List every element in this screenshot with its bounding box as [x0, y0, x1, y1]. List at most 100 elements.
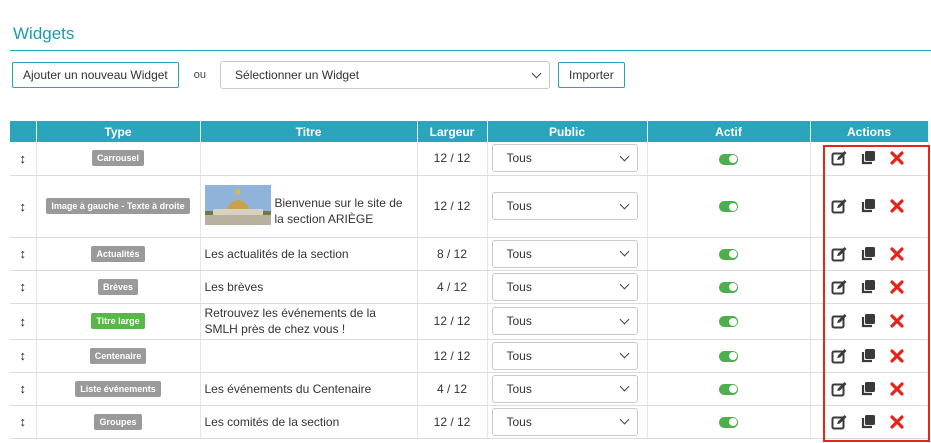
titre-text: Les brèves — [204, 279, 264, 294]
close-icon[interactable] — [889, 414, 905, 430]
drag-handle-icon[interactable]: ↕ — [20, 348, 27, 363]
drag-handle-icon[interactable]: ↕ — [20, 199, 27, 214]
header-actif: Actif — [647, 121, 811, 142]
page-title: Widgets — [13, 24, 75, 43]
chevron-down-icon — [619, 348, 629, 359]
public-select[interactable]: Tous — [491, 374, 638, 403]
public-select-value: Tous — [506, 279, 532, 294]
public-select[interactable]: Tous — [491, 144, 638, 173]
copy-icon[interactable] — [860, 348, 876, 364]
type-badge: Titre large — [91, 313, 145, 329]
public-select[interactable]: Tous — [491, 341, 638, 370]
edit-icon[interactable] — [831, 313, 847, 329]
header-actions: Actions — [810, 121, 929, 142]
titre-cell: Les événements du Centenaire — [200, 372, 418, 406]
close-icon[interactable] — [889, 246, 905, 262]
actif-toggle[interactable] — [719, 153, 738, 165]
row-actions — [831, 150, 928, 166]
drag-handle-icon[interactable]: ↕ — [20, 381, 27, 396]
titre-cell: Les comités de la section — [200, 405, 418, 439]
import-button[interactable]: Importer — [558, 62, 625, 88]
actif-toggle[interactable] — [719, 383, 738, 395]
titre-text: Les comités de la section — [204, 414, 340, 429]
actif-toggle[interactable] — [719, 248, 738, 260]
public-select-value: Tous — [506, 348, 532, 363]
public-select[interactable]: Tous — [491, 307, 638, 335]
title-divider — [10, 50, 931, 51]
public-select[interactable]: Tous — [491, 239, 638, 268]
edit-icon[interactable] — [831, 198, 847, 214]
row-actions — [831, 313, 928, 329]
header-type: Type — [36, 121, 201, 142]
toolbar: Ajouter un nouveau Widget ou Sélectionne… — [12, 61, 625, 89]
copy-icon[interactable] — [860, 150, 876, 166]
edit-icon[interactable] — [831, 279, 847, 295]
public-select-value: Tous — [506, 246, 532, 261]
chevron-down-icon — [619, 314, 629, 324]
edit-icon[interactable] — [831, 381, 847, 397]
titre-cell: Bienvenue sur le site de la section ARIÈ… — [200, 175, 418, 238]
chevron-down-icon — [531, 68, 542, 78]
public-select-value: Tous — [506, 381, 532, 396]
widgets-table: Type Titre Largeur Public Actif Actions … — [10, 121, 929, 439]
row-actions — [831, 279, 928, 295]
row-actions — [831, 381, 928, 397]
row-actions — [831, 246, 928, 262]
drag-handle-icon[interactable]: ↕ — [20, 414, 27, 429]
public-select[interactable]: Tous — [491, 192, 638, 220]
copy-icon[interactable] — [860, 246, 876, 262]
drag-handle-icon[interactable]: ↕ — [20, 151, 27, 166]
actif-toggle[interactable] — [719, 281, 738, 293]
edit-icon[interactable] — [831, 414, 847, 430]
titre-cell: Les brèves — [200, 270, 418, 304]
close-icon[interactable] — [889, 313, 905, 329]
public-select-value: Tous — [506, 314, 532, 328]
type-badge: Centenaire — [89, 347, 147, 364]
titre-text: Retrouvez les événements de la SMLH près… — [204, 306, 376, 336]
row-actions — [831, 414, 928, 430]
close-icon[interactable] — [889, 279, 905, 295]
largeur-value: 12 / 12 — [417, 303, 488, 340]
widget-select-value: Sélectionner un Widget — [235, 68, 360, 82]
public-select-value: Tous — [506, 414, 532, 429]
copy-icon[interactable] — [860, 198, 876, 214]
chevron-down-icon — [619, 199, 629, 209]
edit-icon[interactable] — [831, 246, 847, 262]
close-icon[interactable] — [889, 381, 905, 397]
widget-select[interactable]: Sélectionner un Widget — [220, 61, 551, 89]
chevron-down-icon — [619, 246, 629, 257]
close-icon[interactable] — [889, 198, 905, 214]
copy-icon[interactable] — [860, 313, 876, 329]
drag-handle-icon[interactable]: ↕ — [20, 314, 27, 329]
type-badge: Groupes — [94, 413, 142, 430]
titre-text: Les actualités de la section — [204, 246, 349, 261]
table-row: ↕ Actualités Les actualités de la sectio… — [10, 237, 929, 271]
titre-cell: Retrouvez les événements de la SMLH près… — [200, 303, 418, 340]
public-select[interactable]: Tous — [491, 272, 638, 301]
type-badge: Brèves — [97, 278, 139, 295]
public-select[interactable]: Tous — [491, 407, 638, 436]
copy-icon[interactable] — [860, 381, 876, 397]
add-widget-button[interactable]: Ajouter un nouveau Widget — [12, 62, 179, 88]
largeur-value: 12 / 12 — [417, 175, 488, 238]
actif-toggle[interactable] — [719, 416, 738, 428]
copy-icon[interactable] — [860, 279, 876, 295]
close-icon[interactable] — [889, 150, 905, 166]
row-actions — [831, 348, 928, 364]
chevron-down-icon — [619, 381, 629, 392]
drag-handle-icon[interactable]: ↕ — [20, 246, 27, 261]
table-row: ↕ Groupes Les comités de la section 12 /… — [10, 405, 929, 439]
titre-cell: Les actualités de la section — [200, 237, 418, 271]
actif-toggle[interactable] — [719, 316, 738, 328]
edit-icon[interactable] — [831, 348, 847, 364]
actif-toggle[interactable] — [719, 201, 738, 213]
actif-toggle[interactable] — [719, 350, 738, 362]
copy-icon[interactable] — [860, 414, 876, 430]
largeur-value: 12 / 12 — [417, 405, 488, 439]
close-icon[interactable] — [889, 348, 905, 364]
drag-handle-icon[interactable]: ↕ — [20, 279, 27, 294]
chevron-down-icon — [619, 151, 629, 162]
largeur-value: 4 / 12 — [417, 270, 488, 304]
titre-text: Les événements du Centenaire — [204, 381, 372, 396]
edit-icon[interactable] — [831, 150, 847, 166]
